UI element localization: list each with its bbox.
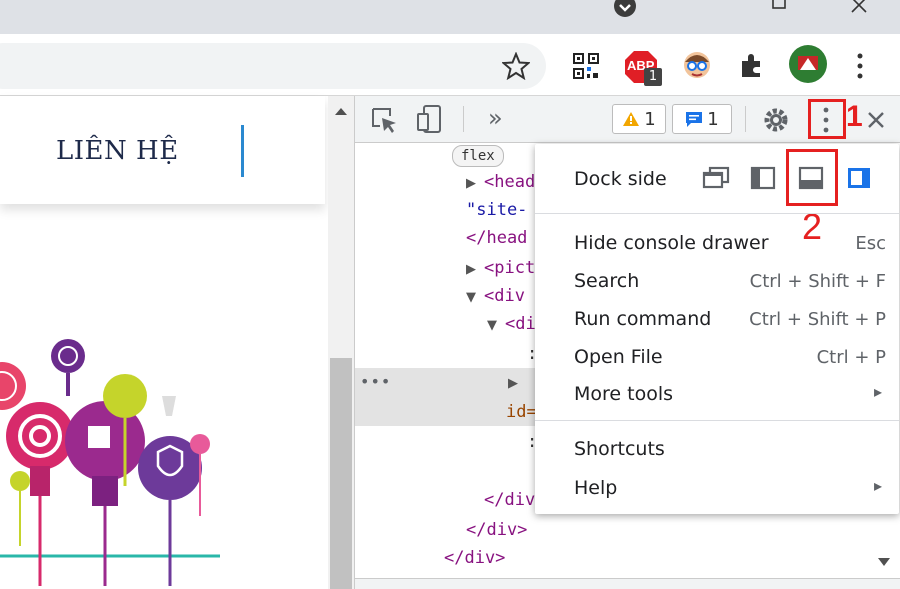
address-bar[interactable] [0,43,546,89]
adblock-badge: 1 [644,68,662,86]
dock-right-icon[interactable] [846,166,872,190]
toolbar-separator [745,106,746,132]
code-line[interactable]: <di [505,314,536,334]
devtools-menu-icon[interactable] [818,106,834,134]
expand-arrow-icon[interactable]: ▶ [508,376,518,391]
toolbar-separator [463,106,464,132]
collapse-arrow-icon[interactable]: ▼ [466,290,476,305]
shortcut-run-command: Ctrl + Shift + P [749,309,886,330]
dock-bottom-icon[interactable] [798,166,824,190]
menu-item-search[interactable]: Search [574,270,639,292]
dock-undock-icon[interactable] [702,166,730,190]
code-line[interactable]: <div [484,286,525,306]
browser-titlebar [0,0,900,34]
lightbulb-illustration [0,316,225,589]
message-icon [686,112,703,127]
messages-count: 1 [707,108,719,130]
expand-arrow-icon[interactable]: ▶ [466,176,476,191]
code-line[interactable]: </head [466,228,527,248]
menu-item-shortcuts[interactable]: Shortcuts [574,438,665,460]
code-line[interactable]: </div> [444,548,505,568]
menu-item-run-command[interactable]: Run command [574,308,711,330]
device-toolbar-icon[interactable] [416,104,444,134]
devtools-bottom-bar [355,578,900,589]
menu-item-more-tools[interactable]: More tools [574,383,673,405]
nav-item-contact[interactable]: LIÊN HỆ [56,136,179,166]
qr-code-icon[interactable] [572,52,600,80]
code-line[interactable]: <pict [484,258,535,278]
code-line[interactable]: </div> [466,520,527,540]
code-line[interactable]: id= [506,402,537,422]
node-actions-ellipsis[interactable]: ••• [360,372,391,391]
warnings-count: 1 [644,108,656,130]
annotation-step-1: 1 [846,100,863,133]
submenu-arrow-icon: ▸ [873,476,882,495]
restore-window-icon[interactable] [768,0,792,14]
shortcut-search: Ctrl + Shift + F [749,271,886,292]
close-window-icon[interactable] [848,0,872,14]
settings-gear-icon[interactable] [762,106,790,134]
menu-item-help[interactable]: Help [574,477,617,499]
menu-item-open-file[interactable]: Open File [574,346,663,368]
nav-divider [241,125,244,177]
warning-icon [623,112,640,126]
dock-side-label: Dock side [574,168,667,190]
dock-left-icon[interactable] [750,166,776,190]
page-scrollbar-thumb[interactable] [330,358,352,589]
menu-separator [535,420,899,421]
expand-arrow-icon[interactable]: ▶ [466,262,476,277]
menu-separator [535,213,899,214]
flex-badge[interactable]: flex [452,145,504,167]
code-line[interactable]: <head [484,172,535,192]
shortcut-hide-console-drawer: Esc [855,233,886,254]
messages-badge[interactable]: 1 [672,104,732,134]
code-line[interactable]: "site- [466,200,527,220]
puzzle-icon[interactable] [738,51,766,79]
adblock-icon[interactable]: ABP 1 [624,50,662,86]
shortcut-open-file: Ctrl + P [816,347,886,368]
bookmark-star-icon[interactable] [502,52,530,80]
scroll-down-arrow-icon[interactable] [876,556,892,568]
inspect-element-icon[interactable] [370,106,398,134]
menu-item-hide-console-drawer[interactable]: Hide console drawer [574,232,769,254]
warnings-badge[interactable]: 1 [612,104,666,134]
more-tabs-button[interactable]: » [488,104,503,132]
submenu-arrow-icon: ▸ [873,382,882,401]
close-devtools-icon[interactable] [866,110,886,130]
scroll-up-arrow-icon[interactable] [334,106,348,116]
collapse-arrow-icon[interactable]: ▼ [487,318,497,333]
shield-dropdown-icon[interactable] [612,0,638,20]
browser-menu-icon[interactable] [852,52,868,80]
avatar-extension-icon[interactable] [682,50,712,80]
profile-icon[interactable] [788,44,828,84]
